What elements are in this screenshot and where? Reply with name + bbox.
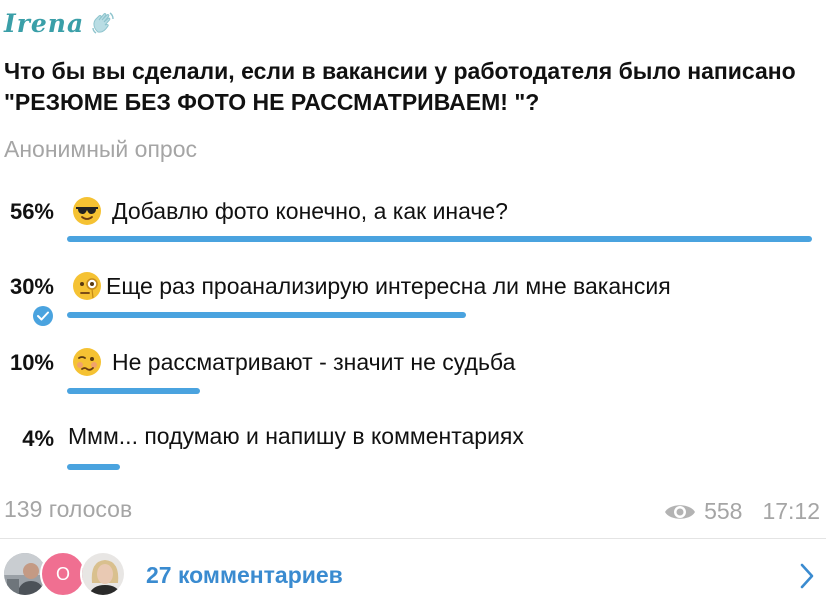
sunglasses-face-icon [73,197,101,225]
votes-count: 139 голосов [4,496,133,522]
poll-option[interactable]: Добавлю фото конечно, а как иначе? [72,196,508,226]
author-name: Irena [4,8,85,38]
option-percent: 4% [22,426,54,451]
commenter-avatars[interactable]: О [2,551,142,599]
poll-option[interactable]: Ммм... подумаю и напишу в комментариях [68,423,524,450]
option-text: Добавлю фото конечно, а как иначе? [112,197,508,224]
option-text: Еще раз проанализирую интересна ли мне в… [106,272,671,299]
chevron-right-icon[interactable] [800,563,814,589]
option-result-bar [67,312,466,318]
option-result-bar [67,236,812,242]
divider [0,538,826,539]
eye-icon [665,504,696,519]
selected-check-icon [33,306,53,326]
option-text: Не рассматривают - значит не судьба [112,348,516,375]
poll-type-label: Анонимный опрос [4,136,197,162]
woozy-face-icon [73,348,101,376]
poll-option[interactable]: Не рассматривают - значит не судьба [72,347,515,377]
post-time: 17:12 [762,498,820,524]
option-percent: 56% [9,199,54,224]
option-result-bar [67,388,200,394]
waving-hand-icon [92,12,114,34]
option-percent: 30% [9,274,54,299]
post-author[interactable]: Irena [4,6,116,40]
option-percent: 10% [9,350,54,375]
avatar [80,551,126,597]
post-meta: 558 17:12 [664,498,820,525]
views-count: 558 [704,498,743,524]
option-result-bar [67,464,120,470]
poll-question: Что бы вы сделали, если в вакансии у раб… [4,58,796,115]
poll-option[interactable]: Еще раз проанализирую интересна ли мне в… [72,271,671,301]
monocle-face-icon [73,272,101,300]
option-text: Ммм... подумаю и напишу в комментариях [68,423,524,449]
avatar-letter: О [55,563,70,584]
comments-link[interactable]: 27 комментариев [146,562,343,589]
